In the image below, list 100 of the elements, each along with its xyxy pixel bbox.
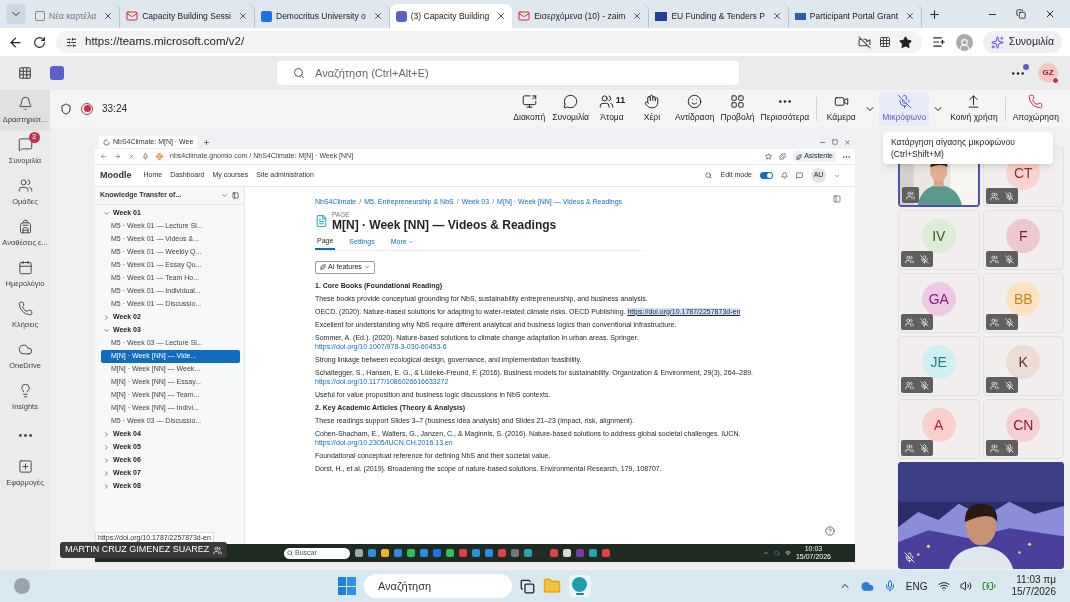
toolbar-button[interactable]: Προβολή	[717, 91, 758, 126]
tab-title: (3) Capacity Building	[410, 9, 490, 23]
calendar-icon	[261, 10, 272, 22]
smiley-icon	[687, 93, 703, 109]
shield-icon	[60, 102, 72, 115]
portal-icon	[794, 12, 806, 20]
chevron-icon	[103, 210, 110, 217]
battery-icon	[981, 579, 996, 593]
browser-tab[interactable]: (3) Capacity Building	[389, 4, 513, 28]
close-icon[interactable]	[632, 11, 643, 21]
app-launcher-icon[interactable]	[18, 66, 32, 80]
toolbar-button[interactable]: Συνομιλία	[549, 91, 592, 126]
caret-icon	[407, 239, 414, 245]
people-icon	[905, 380, 914, 390]
back-icon[interactable]	[8, 34, 23, 50]
search-input[interactable]: Αναζήτηση (Ctrl+Alt+E)	[315, 64, 723, 82]
person-icon	[957, 37, 971, 51]
close-icon[interactable]	[372, 11, 383, 21]
toolbar-button[interactable]: Περισσότερα	[757, 91, 813, 126]
more-icon[interactable]	[18, 434, 32, 437]
calendar-icon	[17, 259, 33, 275]
toolbar-button[interactable]: Χέρι	[631, 91, 672, 126]
maximize-icon[interactable]	[832, 139, 838, 145]
toolbar-button[interactable]: 11 Άτομα	[591, 91, 632, 126]
user-avatar[interactable]: GZ	[1038, 63, 1058, 83]
chat-icon	[17, 136, 33, 152]
cloud-icon	[17, 341, 33, 357]
favorites-icon[interactable]	[931, 35, 946, 49]
more-icon	[778, 99, 791, 103]
close-icon[interactable]	[771, 11, 782, 21]
address-field[interactable]: https://teams.microsoft.com/v2/	[56, 31, 922, 53]
star-icon[interactable]	[765, 153, 773, 160]
profile-avatar[interactable]	[955, 33, 973, 51]
toolbar-button[interactable]: Αντίδραση	[671, 91, 718, 126]
tab-list-button[interactable]	[6, 4, 26, 24]
browser-app-icon[interactable]	[568, 575, 591, 597]
task-view-icon[interactable]	[519, 578, 535, 594]
restore-icon[interactable]	[1016, 9, 1026, 19]
help-icon[interactable]	[825, 526, 835, 536]
people-icon	[989, 191, 999, 201]
mail-icon	[126, 10, 139, 22]
toolbar-button[interactable]: Μικρόφωνο	[879, 91, 930, 126]
chat-icon[interactable]	[796, 172, 803, 179]
apps-icon	[878, 36, 891, 48]
toolbar-button[interactable]: Διακοπή	[509, 91, 550, 126]
camera-off-icon	[857, 35, 871, 49]
site-icon	[156, 153, 163, 160]
toolbar-button[interactable]: Κοινή χρήση	[947, 91, 1001, 126]
start-button[interactable]	[337, 577, 356, 595]
tab-title: Νέα καρτέλα	[49, 9, 97, 23]
people-icon	[905, 443, 914, 453]
people-icon	[17, 177, 33, 193]
more-icon[interactable]	[1012, 71, 1024, 75]
mail-icon	[518, 10, 531, 22]
plus-icon	[17, 458, 33, 474]
collapse-all-icon[interactable]	[221, 192, 228, 199]
close-icon[interactable]	[238, 11, 248, 21]
stop-icon[interactable]	[128, 153, 135, 160]
close-icon[interactable]	[1044, 8, 1056, 20]
moodle-logo: Moodle	[100, 168, 132, 182]
volume-icon	[959, 580, 972, 592]
copilot-button[interactable]: Συνομιλία	[982, 31, 1062, 53]
close-drawer-icon[interactable]	[232, 192, 239, 199]
bell-icon[interactable]	[781, 172, 788, 179]
phone-icon	[17, 300, 33, 316]
search-field[interactable]: Αναζήτηση (Ctrl+Alt+E)	[277, 61, 739, 85]
edit-mode-toggle[interactable]	[760, 172, 773, 179]
close-icon[interactable]	[496, 11, 507, 21]
backpack-icon	[17, 218, 33, 234]
reload-icon[interactable]	[33, 35, 46, 49]
star-icon[interactable]	[898, 35, 912, 49]
chevron-icon	[762, 550, 769, 556]
clock[interactable]: 11:03 πμ 15/7/2026	[1011, 574, 1056, 598]
sparkle-icon	[990, 35, 1004, 49]
close-icon[interactable]	[905, 11, 916, 21]
hand-icon	[644, 93, 660, 109]
spinner-icon	[103, 138, 110, 146]
bell-icon	[17, 95, 33, 111]
search-icon[interactable]	[705, 172, 713, 179]
forward-icon[interactable]	[114, 153, 121, 160]
toolbar-button[interactable]: Κάμερα	[821, 91, 862, 126]
taskbar-search-field[interactable]: Αναζήτηση	[363, 574, 512, 598]
tab-title: Participant Portal Grant	[809, 9, 899, 23]
sparkle-icon	[320, 264, 326, 270]
language-indicator[interactable]: ENG	[905, 578, 928, 594]
tab-title: Capacity Building Sessi	[142, 9, 231, 23]
toolbar-button[interactable]: Αποχώρηση	[1009, 91, 1062, 126]
chevron-icon	[834, 172, 840, 179]
cloud-icon	[773, 550, 780, 556]
block-drawer-icon[interactable]	[833, 195, 841, 203]
new-tab-icon[interactable]	[928, 7, 942, 21]
teams-icon	[395, 10, 407, 22]
tab-title: Democritus University o	[276, 9, 366, 23]
close-icon[interactable]	[103, 11, 114, 21]
site-settings-icon	[66, 36, 77, 48]
extension-icon[interactable]	[779, 153, 787, 160]
wifi-icon	[784, 550, 791, 556]
search-icon	[293, 67, 305, 79]
weather-icon[interactable]	[14, 578, 30, 594]
people-icon	[989, 254, 999, 264]
